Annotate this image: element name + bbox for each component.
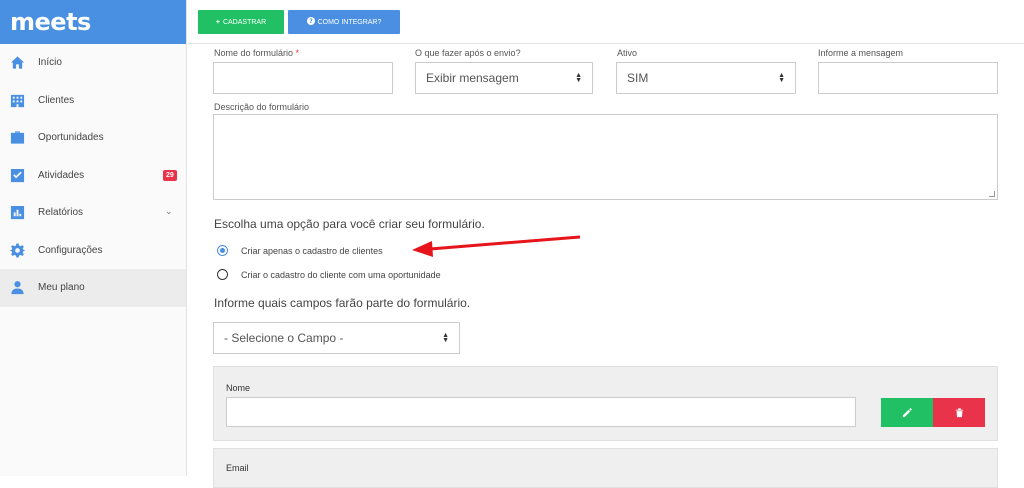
chevron-down-icon[interactable]: ⌄ bbox=[165, 206, 173, 217]
field-card-email: Email bbox=[213, 448, 998, 488]
form-name-label-text: Nome do formulário bbox=[214, 48, 294, 58]
main-content: Nome do formulário * O que fazer após o … bbox=[188, 44, 1024, 488]
how-to-integrate-button[interactable]: ? COMO INTEGRAR? bbox=[288, 10, 400, 34]
option-clients-only-label: Criar apenas o cadastro de clientes bbox=[241, 245, 383, 256]
bar-chart-icon bbox=[9, 205, 25, 221]
sidebar-item-label: Clientes bbox=[38, 94, 75, 106]
sidebar-item-clientes[interactable]: Clientes bbox=[0, 82, 186, 120]
sidebar-item-atividades[interactable]: Atividades 29 bbox=[0, 157, 186, 195]
resize-handle-icon[interactable] bbox=[989, 191, 995, 197]
svg-text:?: ? bbox=[309, 18, 313, 25]
form-name-input[interactable] bbox=[213, 62, 393, 94]
sidebar-item-meu-plano[interactable]: Meu plano bbox=[0, 269, 186, 307]
how-to-integrate-label: COMO INTEGRAR? bbox=[317, 18, 382, 26]
pencil-icon bbox=[902, 408, 912, 418]
message-label: Informe a mensagem bbox=[818, 48, 904, 58]
fields-heading: Informe quais campos farão parte do form… bbox=[214, 296, 471, 310]
field-card-input[interactable] bbox=[226, 397, 856, 427]
sidebar-item-configuracoes[interactable]: Configurações bbox=[0, 232, 186, 270]
form-name-label: Nome do formulário * bbox=[214, 48, 299, 58]
sidebar-item-label: Atividades bbox=[38, 169, 85, 181]
brand-logo: meets bbox=[10, 8, 91, 36]
option-client-with-opportunity-label: Criar o cadastro do cliente com uma opor… bbox=[241, 269, 441, 280]
home-icon bbox=[9, 55, 25, 71]
checkbox-icon bbox=[9, 167, 25, 183]
required-mark: * bbox=[295, 48, 300, 58]
sidebar-item-label: Início bbox=[38, 57, 62, 69]
delete-field-button[interactable] bbox=[933, 398, 985, 427]
plus-icon: + bbox=[215, 18, 220, 26]
sidebar-item-label: Configurações bbox=[38, 244, 103, 256]
after-send-label: O que fazer após o envio? bbox=[415, 48, 521, 58]
select-arrows-icon: ▲ ▼ bbox=[778, 72, 785, 84]
annotation-arrow-icon bbox=[412, 235, 581, 257]
user-icon bbox=[9, 280, 25, 296]
active-select[interactable]: SIM ▲ ▼ bbox=[616, 62, 796, 94]
field-card-label: Nome bbox=[226, 383, 251, 393]
sidebar-item-inicio[interactable]: Início bbox=[0, 44, 186, 82]
field-select-value: - Selecione o Campo - bbox=[224, 331, 344, 345]
field-card-label: Email bbox=[226, 463, 249, 473]
option-clients-only[interactable]: Criar apenas o cadastro de clientes bbox=[217, 245, 383, 256]
select-arrows-icon: ▲ ▼ bbox=[575, 72, 582, 84]
active-value: SIM bbox=[627, 71, 649, 85]
sidebar: meets Início Clientes Oportunidades Ativ… bbox=[0, 0, 187, 476]
briefcase-icon bbox=[9, 130, 25, 146]
field-card-nome: Nome bbox=[213, 366, 998, 441]
choose-option-heading: Escolha uma opção para você criar seu fo… bbox=[214, 217, 485, 231]
after-send-select[interactable]: Exibir mensagem ▲ ▼ bbox=[415, 62, 593, 94]
sidebar-item-label: Oportunidades bbox=[38, 132, 104, 144]
sidebar-nav: Início Clientes Oportunidades Atividades… bbox=[0, 44, 186, 307]
sidebar-item-relatorios[interactable]: Relatórios ⌄ bbox=[0, 194, 186, 232]
radio-unchecked-icon[interactable] bbox=[217, 269, 228, 280]
sidebar-item-label: Relatórios bbox=[38, 207, 84, 219]
description-label: Descrição do formulário bbox=[214, 102, 310, 112]
question-circle-icon: ? bbox=[306, 17, 315, 27]
description-textarea[interactable] bbox=[213, 114, 998, 200]
trash-icon bbox=[955, 408, 963, 418]
active-label: Ativo bbox=[617, 48, 638, 58]
after-send-value: Exibir mensagem bbox=[426, 71, 519, 85]
notification-badge: 29 bbox=[163, 169, 177, 181]
field-select[interactable]: - Selecione o Campo - ▲ ▼ bbox=[213, 322, 460, 354]
register-button[interactable]: + CADASTRAR bbox=[198, 10, 284, 34]
sidebar-item-label: Meu plano bbox=[38, 282, 85, 294]
edit-field-button[interactable] bbox=[881, 398, 933, 427]
option-client-with-opportunity[interactable]: Criar o cadastro do cliente com uma opor… bbox=[217, 269, 441, 280]
top-toolbar: + CADASTRAR ? COMO INTEGRAR? bbox=[188, 0, 1024, 44]
gear-icon bbox=[9, 242, 25, 258]
sidebar-item-oportunidades[interactable]: Oportunidades bbox=[0, 119, 186, 157]
brand-header[interactable]: meets bbox=[0, 0, 186, 44]
select-arrows-icon: ▲ ▼ bbox=[442, 332, 449, 344]
message-input[interactable] bbox=[818, 62, 998, 94]
radio-checked-icon[interactable] bbox=[217, 245, 228, 256]
register-button-label: CADASTRAR bbox=[222, 18, 267, 26]
building-icon bbox=[9, 92, 25, 108]
